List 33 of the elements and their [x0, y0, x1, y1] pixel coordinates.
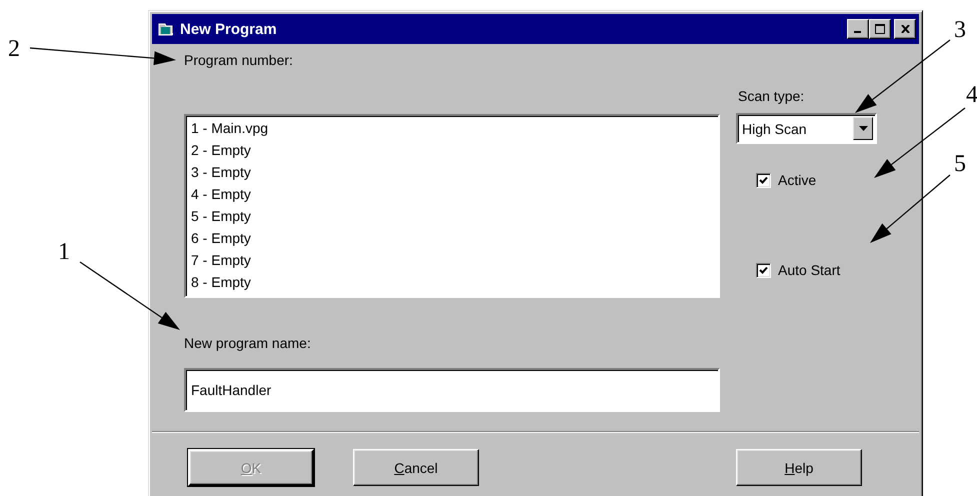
scan-type-dropdown[interactable]: High Scan — [736, 113, 877, 144]
checkbox[interactable] — [756, 262, 771, 278]
list-item[interactable]: 8 - Empty — [189, 271, 253, 293]
dialog-button[interactable]: Cancel — [353, 449, 479, 486]
list-item[interactable]: 7 - Empty — [189, 249, 253, 271]
dialog-button[interactable]: Help — [736, 449, 862, 486]
program-list[interactable]: 1 - Main.vpg 2 - Empty 3 - Empty 4 - Empty 5 - Empty 6 - Empty 7 - Empty 8 - Empty — [184, 114, 720, 298]
maximize-icon — [875, 24, 885, 34]
window-icon — [158, 22, 174, 36]
maximize-button[interactable] — [869, 19, 891, 39]
callout-number: 1 — [58, 240, 70, 264]
field-label: Program number: — [184, 52, 294, 70]
callout-number: 2 — [8, 37, 20, 61]
checkbox-label: Active — [778, 172, 816, 188]
list-item[interactable]: 2 - Empty — [189, 139, 253, 161]
check-mark-icon — [759, 176, 768, 184]
field-label: Scan type: — [738, 88, 806, 104]
close-icon — [900, 25, 910, 33]
list-item[interactable]: 5 - Empty — [189, 205, 253, 227]
list-item[interactable]: 1 - Main.vpg — [189, 117, 270, 139]
checkbox-label: Auto Start — [778, 262, 840, 278]
list-item[interactable]: 4 - Empty — [189, 183, 253, 205]
name-field[interactable]: FaultHandler — [184, 368, 720, 412]
window-title: New Program — [180, 20, 278, 38]
checkbox[interactable] — [756, 172, 771, 188]
close-button[interactable] — [894, 19, 916, 39]
minimize-button[interactable] — [847, 19, 869, 39]
callout-number: 5 — [954, 152, 966, 176]
callout-number: 3 — [954, 18, 966, 42]
list-item[interactable]: 6 - Empty — [189, 227, 253, 249]
field-label: New program name: — [184, 335, 312, 353]
check-mark-icon — [759, 266, 768, 274]
list-item[interactable]: 3 - Empty — [189, 161, 253, 183]
